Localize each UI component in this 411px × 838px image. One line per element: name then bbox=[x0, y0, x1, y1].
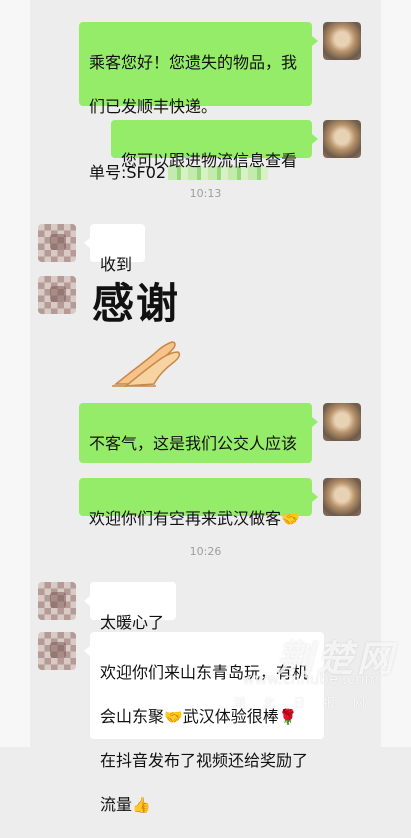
handshake-icon: 🤝 bbox=[164, 708, 183, 726]
message-text-part: 流量 bbox=[100, 795, 133, 814]
message-text-part: 武汉体验很棒 bbox=[182, 707, 279, 726]
handshake-icon: 🤝 bbox=[281, 510, 300, 528]
avatar-self[interactable] bbox=[323, 120, 361, 158]
message-text: 收到 bbox=[100, 255, 133, 274]
message-bubble-sent[interactable]: 乘客您好！您遗失的物品，我 们已发顺丰快递。 单号:SF02 bbox=[79, 22, 318, 182]
left-margin bbox=[0, 0, 30, 747]
message-text-line: 们已发顺丰快递。 bbox=[89, 97, 218, 116]
thumbs-up-icon: 👍 bbox=[132, 796, 151, 814]
message-text: 您可以跟进物流信息查看 bbox=[121, 151, 298, 170]
avatar-other[interactable] bbox=[38, 276, 76, 314]
message-bubble-sent[interactable]: 不客气，这是我们公交人应该 做的 bbox=[79, 403, 318, 497]
chat-window: 乘客您好！您遗失的物品，我 们已发顺丰快递。 单号:SF02 您可以跟进物流信息… bbox=[0, 0, 411, 814]
message-text-part: 会山东聚 bbox=[100, 707, 165, 726]
message-bubble-received[interactable]: 欢迎你们来山东青岛玩，有机 会山东聚🤝武汉体验很棒🌹 在抖音发布了视频还给奖励了… bbox=[84, 632, 324, 814]
message-text: 欢迎你们有空再来武汉做客 bbox=[89, 509, 282, 528]
right-margin bbox=[381, 0, 411, 747]
timestamp: 10:13 bbox=[189, 187, 222, 200]
avatar-other[interactable] bbox=[38, 582, 76, 620]
avatar-self[interactable] bbox=[323, 478, 361, 516]
avatar-self[interactable] bbox=[323, 403, 361, 441]
message-text: 太暖心了 bbox=[100, 613, 165, 632]
avatar-other[interactable] bbox=[38, 632, 76, 670]
rose-icon: 🌹 bbox=[278, 708, 298, 726]
message-text-line: 欢迎你们来山东青岛玩，有机 bbox=[100, 663, 309, 682]
avatar-self[interactable] bbox=[323, 22, 361, 60]
avatar-other[interactable] bbox=[38, 224, 76, 262]
message-text-line: 会山东聚🤝武汉体验很棒🌹 bbox=[100, 706, 314, 728]
message-text-line: 在抖音发布了视频还给奖励了 bbox=[100, 751, 309, 770]
clasped-hands-icon bbox=[112, 341, 181, 387]
message-text-line: 不客气，这是我们公交人应该 bbox=[89, 434, 298, 453]
sticker-caption: 感谢 bbox=[92, 279, 181, 328]
message-bubble-sent[interactable]: 您可以跟进物流信息查看 bbox=[111, 120, 318, 170]
message-text-line: 流量👍 bbox=[100, 794, 314, 816]
message-text-line: 乘客您好！您遗失的物品，我 bbox=[89, 53, 298, 72]
message-bubble-received[interactable]: 收到 bbox=[84, 224, 145, 274]
timestamp: 10:26 bbox=[189, 545, 222, 558]
message-bubble-received[interactable]: 太暖心了 bbox=[84, 582, 176, 632]
sticker-message[interactable]: 感谢 bbox=[92, 280, 202, 390]
message-bubble-sent[interactable]: 欢迎你们有空再来武汉做客🤝 bbox=[79, 478, 318, 528]
